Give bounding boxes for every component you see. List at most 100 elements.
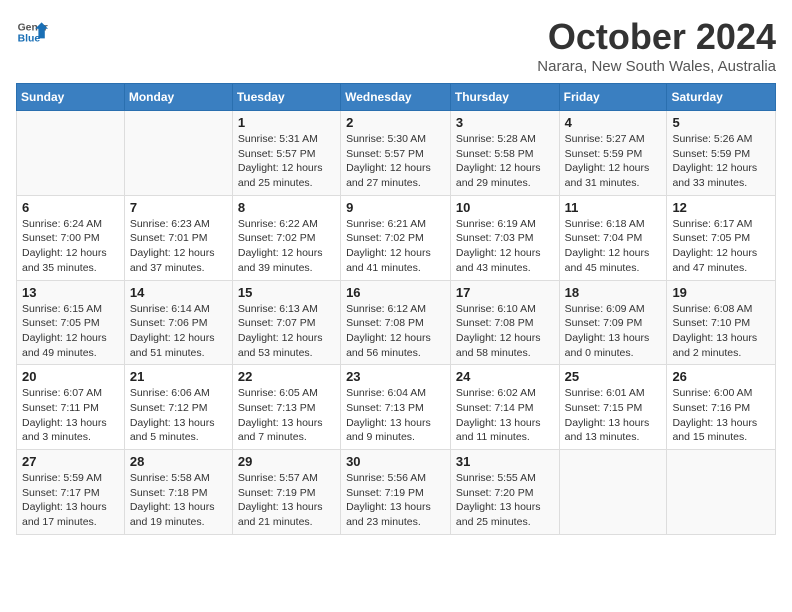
calendar-week-5: 27 Sunrise: 5:59 AM Sunset: 7:17 PM Dayli… [17,450,776,535]
day-number: 26 [672,369,770,384]
calendar-cell: 25Sunrise: 6:01 AM Sunset: 7:15 PM Dayli… [559,365,667,450]
day-number: 5 [672,115,770,130]
day-number: 23 [346,369,445,384]
day-number: 8 [238,200,335,215]
day-number: 7 [130,200,227,215]
calendar-cell: 9 Sunrise: 6:21 AM Sunset: 7:02 PM Daylig… [341,195,451,280]
calendar-cell [667,450,776,535]
day-info: Sunrise: 6:21 AM Sunset: 7:02 PM Dayligh… [346,217,445,276]
day-info: Sunrise: 5:28 AM Sunset: 5:58 PM Dayligh… [456,132,554,191]
calendar-cell: 18Sunrise: 6:09 AM Sunset: 7:09 PM Dayli… [559,280,667,365]
calendar-cell: 8 Sunrise: 6:22 AM Sunset: 7:02 PM Daylig… [232,195,340,280]
calendar-cell: 31 Sunrise: 5:55 AM Sunset: 7:20 PM Dayli… [450,450,559,535]
calendar-cell: 27 Sunrise: 5:59 AM Sunset: 7:17 PM Dayli… [17,450,125,535]
day-info: Sunrise: 6:23 AM Sunset: 7:01 PM Dayligh… [130,217,227,276]
day-number: 27 [22,454,119,469]
svg-text:Blue: Blue [18,34,41,45]
calendar-cell: 11Sunrise: 6:18 AM Sunset: 7:04 PM Dayli… [559,195,667,280]
calendar-cell [17,111,125,196]
calendar-cell: 15 Sunrise: 6:13 AM Sunset: 7:07 PM Dayli… [232,280,340,365]
calendar-week-3: 13 Sunrise: 6:15 AM Sunset: 7:05 PM Dayli… [17,280,776,365]
title-area: October 2024 Narara, New South Wales, Au… [537,16,776,75]
day-number: 2 [346,115,445,130]
calendar-cell: 24 Sunrise: 6:02 AM Sunset: 7:14 PM Dayli… [450,365,559,450]
day-number: 3 [456,115,554,130]
day-number: 14 [130,285,227,300]
day-info: Sunrise: 5:58 AM Sunset: 7:18 PM Dayligh… [130,471,227,530]
calendar-cell: 2 Sunrise: 5:30 AM Sunset: 5:57 PM Daylig… [341,111,451,196]
day-info: Sunrise: 6:10 AM Sunset: 7:08 PM Dayligh… [456,302,554,361]
page-header: General Blue October 2024 Narara, New So… [16,16,776,75]
calendar-cell: 5 Sunrise: 5:26 AM Sunset: 5:59 PM Daylig… [667,111,776,196]
day-number: 15 [238,285,335,300]
day-info: Sunrise: 6:22 AM Sunset: 7:02 PM Dayligh… [238,217,335,276]
day-number: 30 [346,454,445,469]
logo-icon: General Blue [16,16,48,48]
day-number: 12 [672,200,770,215]
day-header-thursday: Thursday [450,84,559,111]
day-header-monday: Monday [124,84,232,111]
calendar-week-4: 20Sunrise: 6:07 AM Sunset: 7:11 PM Dayli… [17,365,776,450]
day-info: Sunrise: 6:14 AM Sunset: 7:06 PM Dayligh… [130,302,227,361]
calendar-week-1: 1Sunrise: 5:31 AM Sunset: 5:57 PM Daylig… [17,111,776,196]
calendar-cell: 10 Sunrise: 6:19 AM Sunset: 7:03 PM Dayli… [450,195,559,280]
day-info: Sunrise: 6:01 AM Sunset: 7:15 PM Dayligh… [565,386,662,445]
calendar-cell: 19Sunrise: 6:08 AM Sunset: 7:10 PM Dayli… [667,280,776,365]
calendar-cell: 30 Sunrise: 5:56 AM Sunset: 7:19 PM Dayli… [341,450,451,535]
day-header-saturday: Saturday [667,84,776,111]
day-info: Sunrise: 6:24 AM Sunset: 7:00 PM Dayligh… [22,217,119,276]
day-header-wednesday: Wednesday [341,84,451,111]
day-header-friday: Friday [559,84,667,111]
day-info: Sunrise: 5:55 AM Sunset: 7:20 PM Dayligh… [456,471,554,530]
day-number: 10 [456,200,554,215]
day-info: Sunrise: 6:12 AM Sunset: 7:08 PM Dayligh… [346,302,445,361]
calendar-cell: 7 Sunrise: 6:23 AM Sunset: 7:01 PM Daylig… [124,195,232,280]
calendar-cell: 14 Sunrise: 6:14 AM Sunset: 7:06 PM Dayli… [124,280,232,365]
day-number: 11 [565,200,662,215]
calendar-week-2: 6 Sunrise: 6:24 AM Sunset: 7:00 PM Daylig… [17,195,776,280]
day-number: 29 [238,454,335,469]
logo: General Blue [16,16,48,48]
day-number: 24 [456,369,554,384]
calendar-cell: 21Sunrise: 6:06 AM Sunset: 7:12 PM Dayli… [124,365,232,450]
day-info: Sunrise: 6:17 AM Sunset: 7:05 PM Dayligh… [672,217,770,276]
day-info: Sunrise: 5:26 AM Sunset: 5:59 PM Dayligh… [672,132,770,191]
calendar-cell: 6 Sunrise: 6:24 AM Sunset: 7:00 PM Daylig… [17,195,125,280]
day-number: 9 [346,200,445,215]
day-number: 22 [238,369,335,384]
day-info: Sunrise: 6:04 AM Sunset: 7:13 PM Dayligh… [346,386,445,445]
day-number: 21 [130,369,227,384]
calendar-cell: 28Sunrise: 5:58 AM Sunset: 7:18 PM Dayli… [124,450,232,535]
calendar-cell: 26 Sunrise: 6:00 AM Sunset: 7:16 PM Dayli… [667,365,776,450]
calendar-cell [559,450,667,535]
month-title: October 2024 [537,16,776,58]
day-number: 16 [346,285,445,300]
day-info: Sunrise: 6:05 AM Sunset: 7:13 PM Dayligh… [238,386,335,445]
calendar-cell: 13 Sunrise: 6:15 AM Sunset: 7:05 PM Dayli… [17,280,125,365]
day-number: 6 [22,200,119,215]
day-info: Sunrise: 6:15 AM Sunset: 7:05 PM Dayligh… [22,302,119,361]
calendar-body: 1Sunrise: 5:31 AM Sunset: 5:57 PM Daylig… [17,111,776,535]
calendar-cell: 1Sunrise: 5:31 AM Sunset: 5:57 PM Daylig… [232,111,340,196]
day-header-sunday: Sunday [17,84,125,111]
calendar-header: SundayMondayTuesdayWednesdayThursdayFrid… [17,84,776,111]
day-info: Sunrise: 6:19 AM Sunset: 7:03 PM Dayligh… [456,217,554,276]
day-info: Sunrise: 6:13 AM Sunset: 7:07 PM Dayligh… [238,302,335,361]
day-info: Sunrise: 6:02 AM Sunset: 7:14 PM Dayligh… [456,386,554,445]
day-number: 17 [456,285,554,300]
day-info: Sunrise: 5:56 AM Sunset: 7:19 PM Dayligh… [346,471,445,530]
day-header-tuesday: Tuesday [232,84,340,111]
day-info: Sunrise: 6:00 AM Sunset: 7:16 PM Dayligh… [672,386,770,445]
day-number: 20 [22,369,119,384]
day-info: Sunrise: 5:31 AM Sunset: 5:57 PM Dayligh… [238,132,335,191]
day-number: 18 [565,285,662,300]
day-info: Sunrise: 5:30 AM Sunset: 5:57 PM Dayligh… [346,132,445,191]
calendar-cell: 16 Sunrise: 6:12 AM Sunset: 7:08 PM Dayli… [341,280,451,365]
calendar-cell [124,111,232,196]
day-info: Sunrise: 5:59 AM Sunset: 7:17 PM Dayligh… [22,471,119,530]
day-number: 31 [456,454,554,469]
calendar-cell: 20Sunrise: 6:07 AM Sunset: 7:11 PM Dayli… [17,365,125,450]
day-number: 13 [22,285,119,300]
calendar-cell: 4Sunrise: 5:27 AM Sunset: 5:59 PM Daylig… [559,111,667,196]
calendar-cell: 23 Sunrise: 6:04 AM Sunset: 7:13 PM Dayli… [341,365,451,450]
